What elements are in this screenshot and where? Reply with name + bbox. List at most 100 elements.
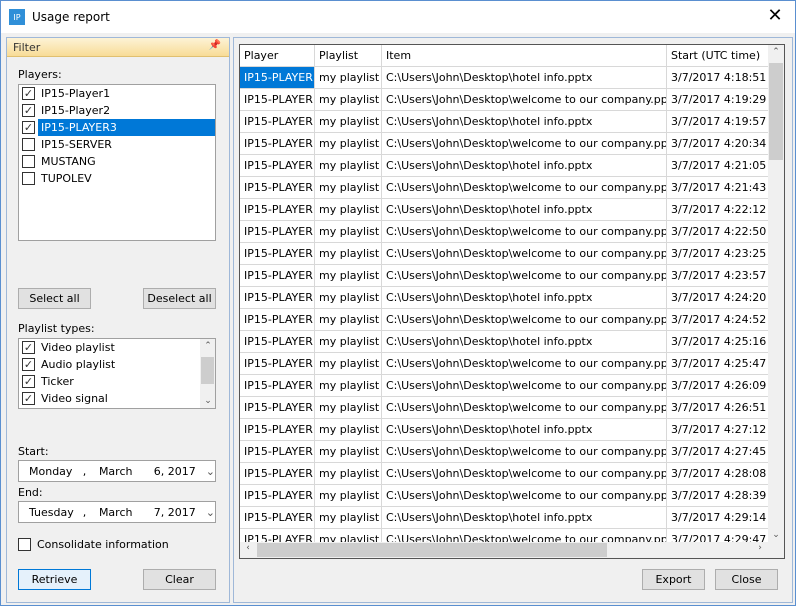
table-cell[interactable]: IP15-PLAYER1 <box>240 353 315 374</box>
table-row[interactable]: IP15-PLAYER1 my playlist C:\Users\John\Des… <box>240 331 784 353</box>
scroll-thumb[interactable] <box>769 63 783 160</box>
table-row[interactable]: IP15-PLAYER1 my playlist C:\Users\John\Des… <box>240 111 784 133</box>
table-cell[interactable]: C:\Users\John\Desktop\welcome to our com… <box>382 397 667 418</box>
table-cell[interactable]: 3/7/2017 4:28:08 PM <box>667 463 769 484</box>
checkbox[interactable]: ✓ <box>22 104 35 117</box>
checkbox[interactable] <box>22 155 35 168</box>
horizontal-scrollbar[interactable]: ‹ › <box>240 542 768 558</box>
table-row[interactable]: IP15-PLAYER1 my playlist C:\Users\John\Des… <box>240 485 784 507</box>
table-cell[interactable]: C:\Users\John\Desktop\welcome to our com… <box>382 243 667 264</box>
scroll-right-icon[interactable]: › <box>752 543 768 553</box>
consolidate-checkbox[interactable]: Consolidate information <box>18 538 169 551</box>
table-row[interactable]: IP15-PLAYER1 my playlist C:\Users\John\Des… <box>240 441 784 463</box>
table-cell[interactable]: my playlist <box>315 111 382 132</box>
table-cell[interactable]: 3/7/2017 4:19:29 PM <box>667 89 769 110</box>
table-cell[interactable]: IP15-PLAYER1 <box>240 375 315 396</box>
table-cell[interactable]: 3/7/2017 4:20:34 PM <box>667 133 769 154</box>
table-cell[interactable]: C:\Users\John\Desktop\welcome to our com… <box>382 133 667 154</box>
table-row[interactable]: IP15-PLAYER1 my playlist C:\Users\John\Des… <box>240 375 784 397</box>
table-cell[interactable]: 3/7/2017 4:24:20 PM <box>667 287 769 308</box>
table-row[interactable]: IP15-PLAYER1 my playlist C:\Users\John\Des… <box>240 89 784 111</box>
table-cell[interactable]: C:\Users\John\Desktop\hotel info.pptx <box>382 331 667 352</box>
table-cell[interactable]: IP15-PLAYER1 <box>240 485 315 506</box>
table-row[interactable]: IP15-PLAYER1 my playlist C:\Users\John\Des… <box>240 243 784 265</box>
list-item[interactable]: MUSTANG <box>19 153 215 170</box>
table-cell[interactable]: 3/7/2017 4:21:43 PM <box>667 177 769 198</box>
table-row[interactable]: IP15-PLAYER1 my playlist C:\Users\John\Des… <box>240 177 784 199</box>
table-cell[interactable]: my playlist <box>315 397 382 418</box>
table-cell[interactable]: C:\Users\John\Desktop\welcome to our com… <box>382 309 667 330</box>
table-row[interactable]: IP15-PLAYER1 my playlist C:\Users\John\Des… <box>240 155 784 177</box>
chevron-down-icon[interactable]: ⌄ <box>206 465 215 478</box>
checkbox[interactable]: ✓ <box>22 341 35 354</box>
checkbox[interactable]: ✓ <box>22 375 35 388</box>
list-item[interactable]: IP15-SERVER <box>19 136 215 153</box>
table-cell[interactable]: 3/7/2017 4:22:50 PM <box>667 221 769 242</box>
table-cell[interactable]: 3/7/2017 4:23:25 PM <box>667 243 769 264</box>
table-cell[interactable]: 3/7/2017 4:18:51 PM <box>667 67 769 88</box>
table-cell[interactable]: IP15-PLAYER1 <box>240 133 315 154</box>
table-cell[interactable]: 3/7/2017 4:26:09 PM <box>667 375 769 396</box>
table-row[interactable]: IP15-PLAYER1 my playlist C:\Users\John\Des… <box>240 309 784 331</box>
checkbox[interactable]: ✓ <box>22 392 35 405</box>
table-cell[interactable]: C:\Users\John\Desktop\welcome to our com… <box>382 353 667 374</box>
table-cell[interactable]: IP15-PLAYER1 <box>240 177 315 198</box>
table-row[interactable]: IP15-PLAYER1 my playlist C:\Users\John\Des… <box>240 397 784 419</box>
table-cell[interactable]: my playlist <box>315 375 382 396</box>
table-cell[interactable]: IP15-PLAYER1 <box>240 221 315 242</box>
table-cell[interactable]: my playlist <box>315 419 382 440</box>
scroll-up-icon[interactable]: ⌃ <box>768 47 784 57</box>
table-cell[interactable]: my playlist <box>315 485 382 506</box>
table-cell[interactable]: my playlist <box>315 331 382 352</box>
list-item[interactable]: ✓ IP15-PLAYER3 <box>19 119 215 136</box>
table-cell[interactable]: 3/7/2017 4:27:45 PM <box>667 441 769 462</box>
column-header-start[interactable]: Start (UTC time) <box>667 45 769 66</box>
checkbox[interactable] <box>18 538 31 551</box>
chevron-down-icon[interactable]: ⌄ <box>206 506 215 519</box>
list-item[interactable]: TUPOLEV <box>19 170 215 187</box>
table-cell[interactable]: IP15-PLAYER1 <box>240 111 315 132</box>
table-cell[interactable]: C:\Users\John\Desktop\hotel info.pptx <box>382 111 667 132</box>
end-date-picker[interactable]: Tuesday, March 7, 2017 ⌄ <box>18 501 216 523</box>
table-cell[interactable]: C:\Users\John\Desktop\hotel info.pptx <box>382 155 667 176</box>
list-item[interactable]: ✓ Video playlist <box>19 339 215 356</box>
table-cell[interactable]: 3/7/2017 4:25:16 PM <box>667 331 769 352</box>
table-cell[interactable]: 3/7/2017 4:28:39 PM <box>667 485 769 506</box>
start-date-picker[interactable]: Monday, March 6, 2017 ⌄ <box>18 460 216 482</box>
table-cell[interactable]: my playlist <box>315 265 382 286</box>
table-cell[interactable]: IP15-PLAYER1 <box>240 89 315 110</box>
table-cell[interactable]: IP15-PLAYER1 <box>240 397 315 418</box>
table-cell[interactable]: IP15-PLAYER1 <box>240 287 315 308</box>
table-cell[interactable]: 3/7/2017 4:24:52 PM <box>667 309 769 330</box>
table-row[interactable]: IP15-PLAYER1 my playlist C:\Users\John\Des… <box>240 133 784 155</box>
pin-icon[interactable]: 📌 <box>209 40 221 51</box>
table-row[interactable]: IP15-PLAYER1 my playlist C:\Users\John\Des… <box>240 463 784 485</box>
table-cell[interactable]: IP15-PLAYER1 <box>240 419 315 440</box>
table-cell[interactable]: C:\Users\John\Desktop\welcome to our com… <box>382 89 667 110</box>
table-cell[interactable]: IP15-PLAYER1 <box>240 463 315 484</box>
table-cell[interactable]: IP15-PLAYER1 <box>240 309 315 330</box>
table-cell[interactable]: 3/7/2017 4:25:47 PM <box>667 353 769 374</box>
clear-button[interactable]: Clear <box>143 569 216 590</box>
table-row[interactable]: IP15-PLAYER1 my playlist C:\Users\John\Des… <box>240 419 784 441</box>
vertical-scrollbar[interactable]: ⌃ ⌄ <box>768 45 784 542</box>
table-cell[interactable]: IP15-PLAYER1 <box>240 331 315 352</box>
checkbox[interactable]: ✓ <box>22 87 35 100</box>
table-cell[interactable]: my playlist <box>315 287 382 308</box>
table-row[interactable]: IP15-PLAYER1 my playlist C:\Users\John\Des… <box>240 221 784 243</box>
table-cell[interactable]: 3/7/2017 4:26:51 PM <box>667 397 769 418</box>
checkbox[interactable]: ✓ <box>22 358 35 371</box>
table-cell[interactable]: my playlist <box>315 309 382 330</box>
table-cell[interactable]: C:\Users\John\Desktop\welcome to our com… <box>382 463 667 484</box>
table-cell[interactable]: C:\Users\John\Desktop\welcome to our com… <box>382 441 667 462</box>
table-cell[interactable]: IP15-PLAYER1 <box>240 67 315 88</box>
table-cell[interactable]: 3/7/2017 4:21:05 PM <box>667 155 769 176</box>
table-cell[interactable]: my playlist <box>315 67 382 88</box>
column-header-playlist[interactable]: Playlist <box>315 45 382 66</box>
export-button[interactable]: Export <box>642 569 705 590</box>
table-cell[interactable]: C:\Users\John\Desktop\welcome to our com… <box>382 375 667 396</box>
scroll-down-icon[interactable]: ⌄ <box>768 530 784 540</box>
table-row[interactable]: IP15-PLAYER1 my playlist C:\Users\John\Des… <box>240 353 784 375</box>
table-cell[interactable]: IP15-PLAYER1 <box>240 155 315 176</box>
table-cell[interactable]: my playlist <box>315 243 382 264</box>
